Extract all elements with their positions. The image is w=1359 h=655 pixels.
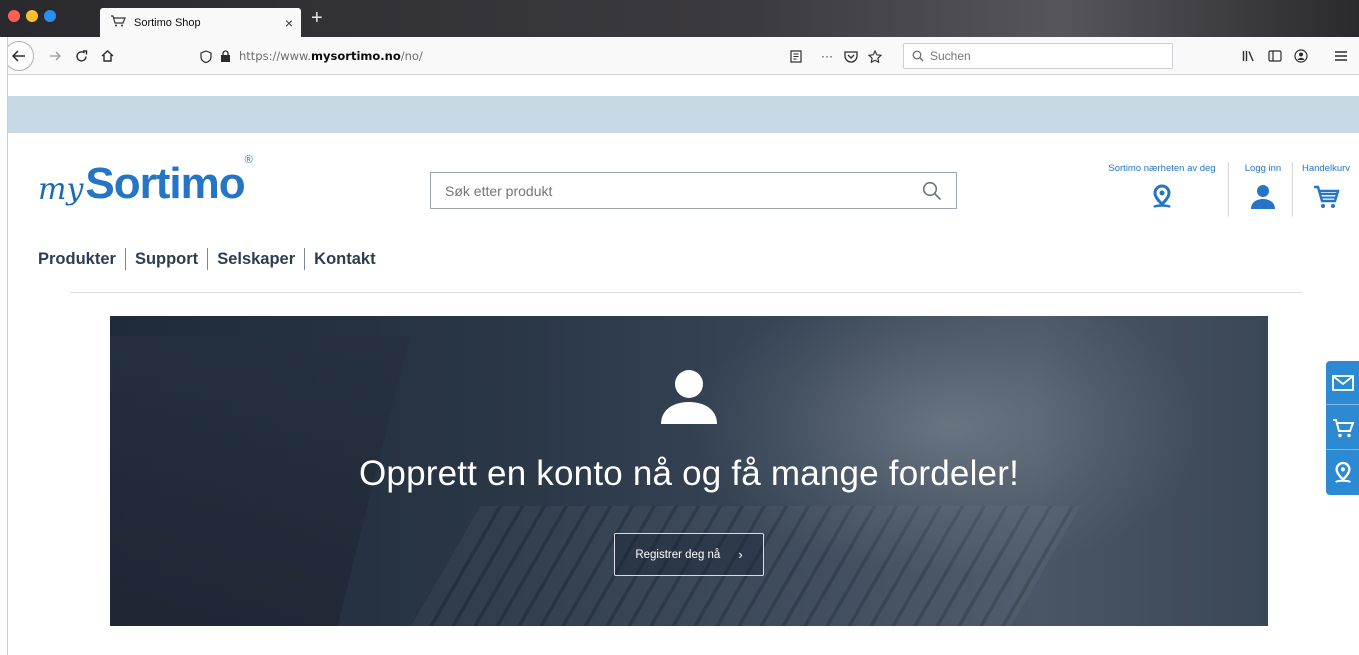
cart-link[interactable]: Handelkurv <box>1297 163 1355 223</box>
logo-registered: ® <box>244 154 253 166</box>
nav-separator <box>207 248 209 270</box>
forward-button[interactable] <box>44 46 66 66</box>
forward-icon <box>50 51 61 61</box>
back-button[interactable] <box>4 41 34 71</box>
reload-icon <box>75 49 87 62</box>
nav-separator <box>304 248 306 270</box>
divider <box>1292 162 1293 217</box>
location-pin-icon <box>1151 184 1173 215</box>
divider <box>1228 162 1229 217</box>
menu-icon <box>1335 51 1347 61</box>
search-icon <box>912 50 924 62</box>
logo-brand: Sortimo <box>85 159 245 208</box>
floating-action-bar <box>1326 361 1359 495</box>
reader-view-button[interactable] <box>785 46 807 66</box>
home-icon <box>101 50 113 62</box>
header-divider <box>70 292 1302 293</box>
chevron-right-icon: › <box>738 547 743 562</box>
nav-kontakt[interactable]: Kontakt <box>314 250 375 269</box>
shopping-cart-icon <box>1312 184 1340 215</box>
star-icon <box>868 49 882 63</box>
tab-sortimo-shop[interactable]: Sortimo Shop × <box>100 8 301 37</box>
register-button[interactable]: Registrer deg nå › <box>614 533 764 576</box>
nav-selskaper[interactable]: Selskaper <box>217 250 295 269</box>
floating-locator-button[interactable] <box>1326 451 1359 495</box>
sidebar-icon <box>1268 50 1282 62</box>
page-actions-button[interactable]: ··· <box>816 46 838 66</box>
new-tab-button[interactable]: + <box>311 6 323 30</box>
cart-icon <box>1332 418 1354 437</box>
home-button[interactable] <box>96 46 118 66</box>
nav-produkter[interactable]: Produkter <box>38 250 116 269</box>
store-locator-link[interactable]: Sortimo nærheten av deg <box>1104 163 1220 223</box>
hero-banner: Opprett en konto nå og få mange fordeler… <box>110 316 1268 626</box>
main-navigation: Produkter Support Selskaper Kontakt <box>38 248 376 270</box>
back-icon <box>12 50 25 62</box>
browser-search-bar[interactable] <box>903 43 1173 69</box>
bookmark-star-button[interactable] <box>864 46 886 66</box>
account-icon <box>1294 49 1308 63</box>
zoom-window-dot[interactable] <box>44 10 56 22</box>
tab-bar: Sortimo Shop × + <box>0 0 1359 37</box>
product-search[interactable] <box>430 172 957 209</box>
menu-button[interactable] <box>1330 46 1352 66</box>
navigation-toolbar: https://www.mysortimo.no/no/ ··· <box>0 37 1359 75</box>
url-text[interactable]: https://www.mysortimo.no/no/ <box>239 49 423 63</box>
minimize-window-dot[interactable] <box>26 10 38 22</box>
product-search-input[interactable] <box>445 182 922 199</box>
pocket-icon <box>844 50 858 63</box>
register-button-label: Registrer deg nå <box>635 548 721 561</box>
user-icon <box>1248 184 1278 215</box>
close-window-dot[interactable] <box>8 10 20 22</box>
nav-separator <box>124 248 126 270</box>
store-locator-label: Sortimo nærheten av deg <box>1108 163 1216 174</box>
login-label: Logg inn <box>1244 163 1282 174</box>
browser-window: Sortimo Shop × + https://www.mysortimo.n… <box>0 0 1359 655</box>
lock-icon[interactable] <box>220 50 231 62</box>
reload-button[interactable] <box>70 46 92 66</box>
location-icon <box>1334 461 1351 483</box>
account-button[interactable] <box>1290 46 1312 66</box>
shield-icon[interactable] <box>200 49 212 63</box>
cart-icon <box>110 14 126 32</box>
hero-user-icon <box>658 368 720 431</box>
sidebar-button[interactable] <box>1264 46 1286 66</box>
pocket-button[interactable] <box>840 46 862 66</box>
search-icon[interactable] <box>922 181 942 201</box>
cart-label: Handelkurv <box>1301 163 1351 174</box>
contact-mail-button[interactable] <box>1326 361 1359 405</box>
tab-title: Sortimo Shop <box>134 16 201 29</box>
library-icon <box>1242 51 1254 62</box>
mail-icon <box>1331 374 1354 391</box>
browser-search-input[interactable] <box>930 49 1130 63</box>
hero-title: Opprett en konto nå og få mange fordeler… <box>358 454 1019 493</box>
logo-my: my <box>38 172 84 207</box>
reader-icon <box>790 49 802 63</box>
floating-cart-button[interactable] <box>1326 406 1359 450</box>
mysortimo-logo[interactable]: my Sortimo ® <box>38 140 253 210</box>
nav-support[interactable]: Support <box>135 250 198 269</box>
window-left-edge <box>0 37 8 655</box>
top-banner-strip <box>8 96 1359 133</box>
library-button[interactable] <box>1238 46 1260 66</box>
login-link[interactable]: Logg inn <box>1236 163 1290 223</box>
close-tab-icon[interactable]: × <box>285 15 293 31</box>
